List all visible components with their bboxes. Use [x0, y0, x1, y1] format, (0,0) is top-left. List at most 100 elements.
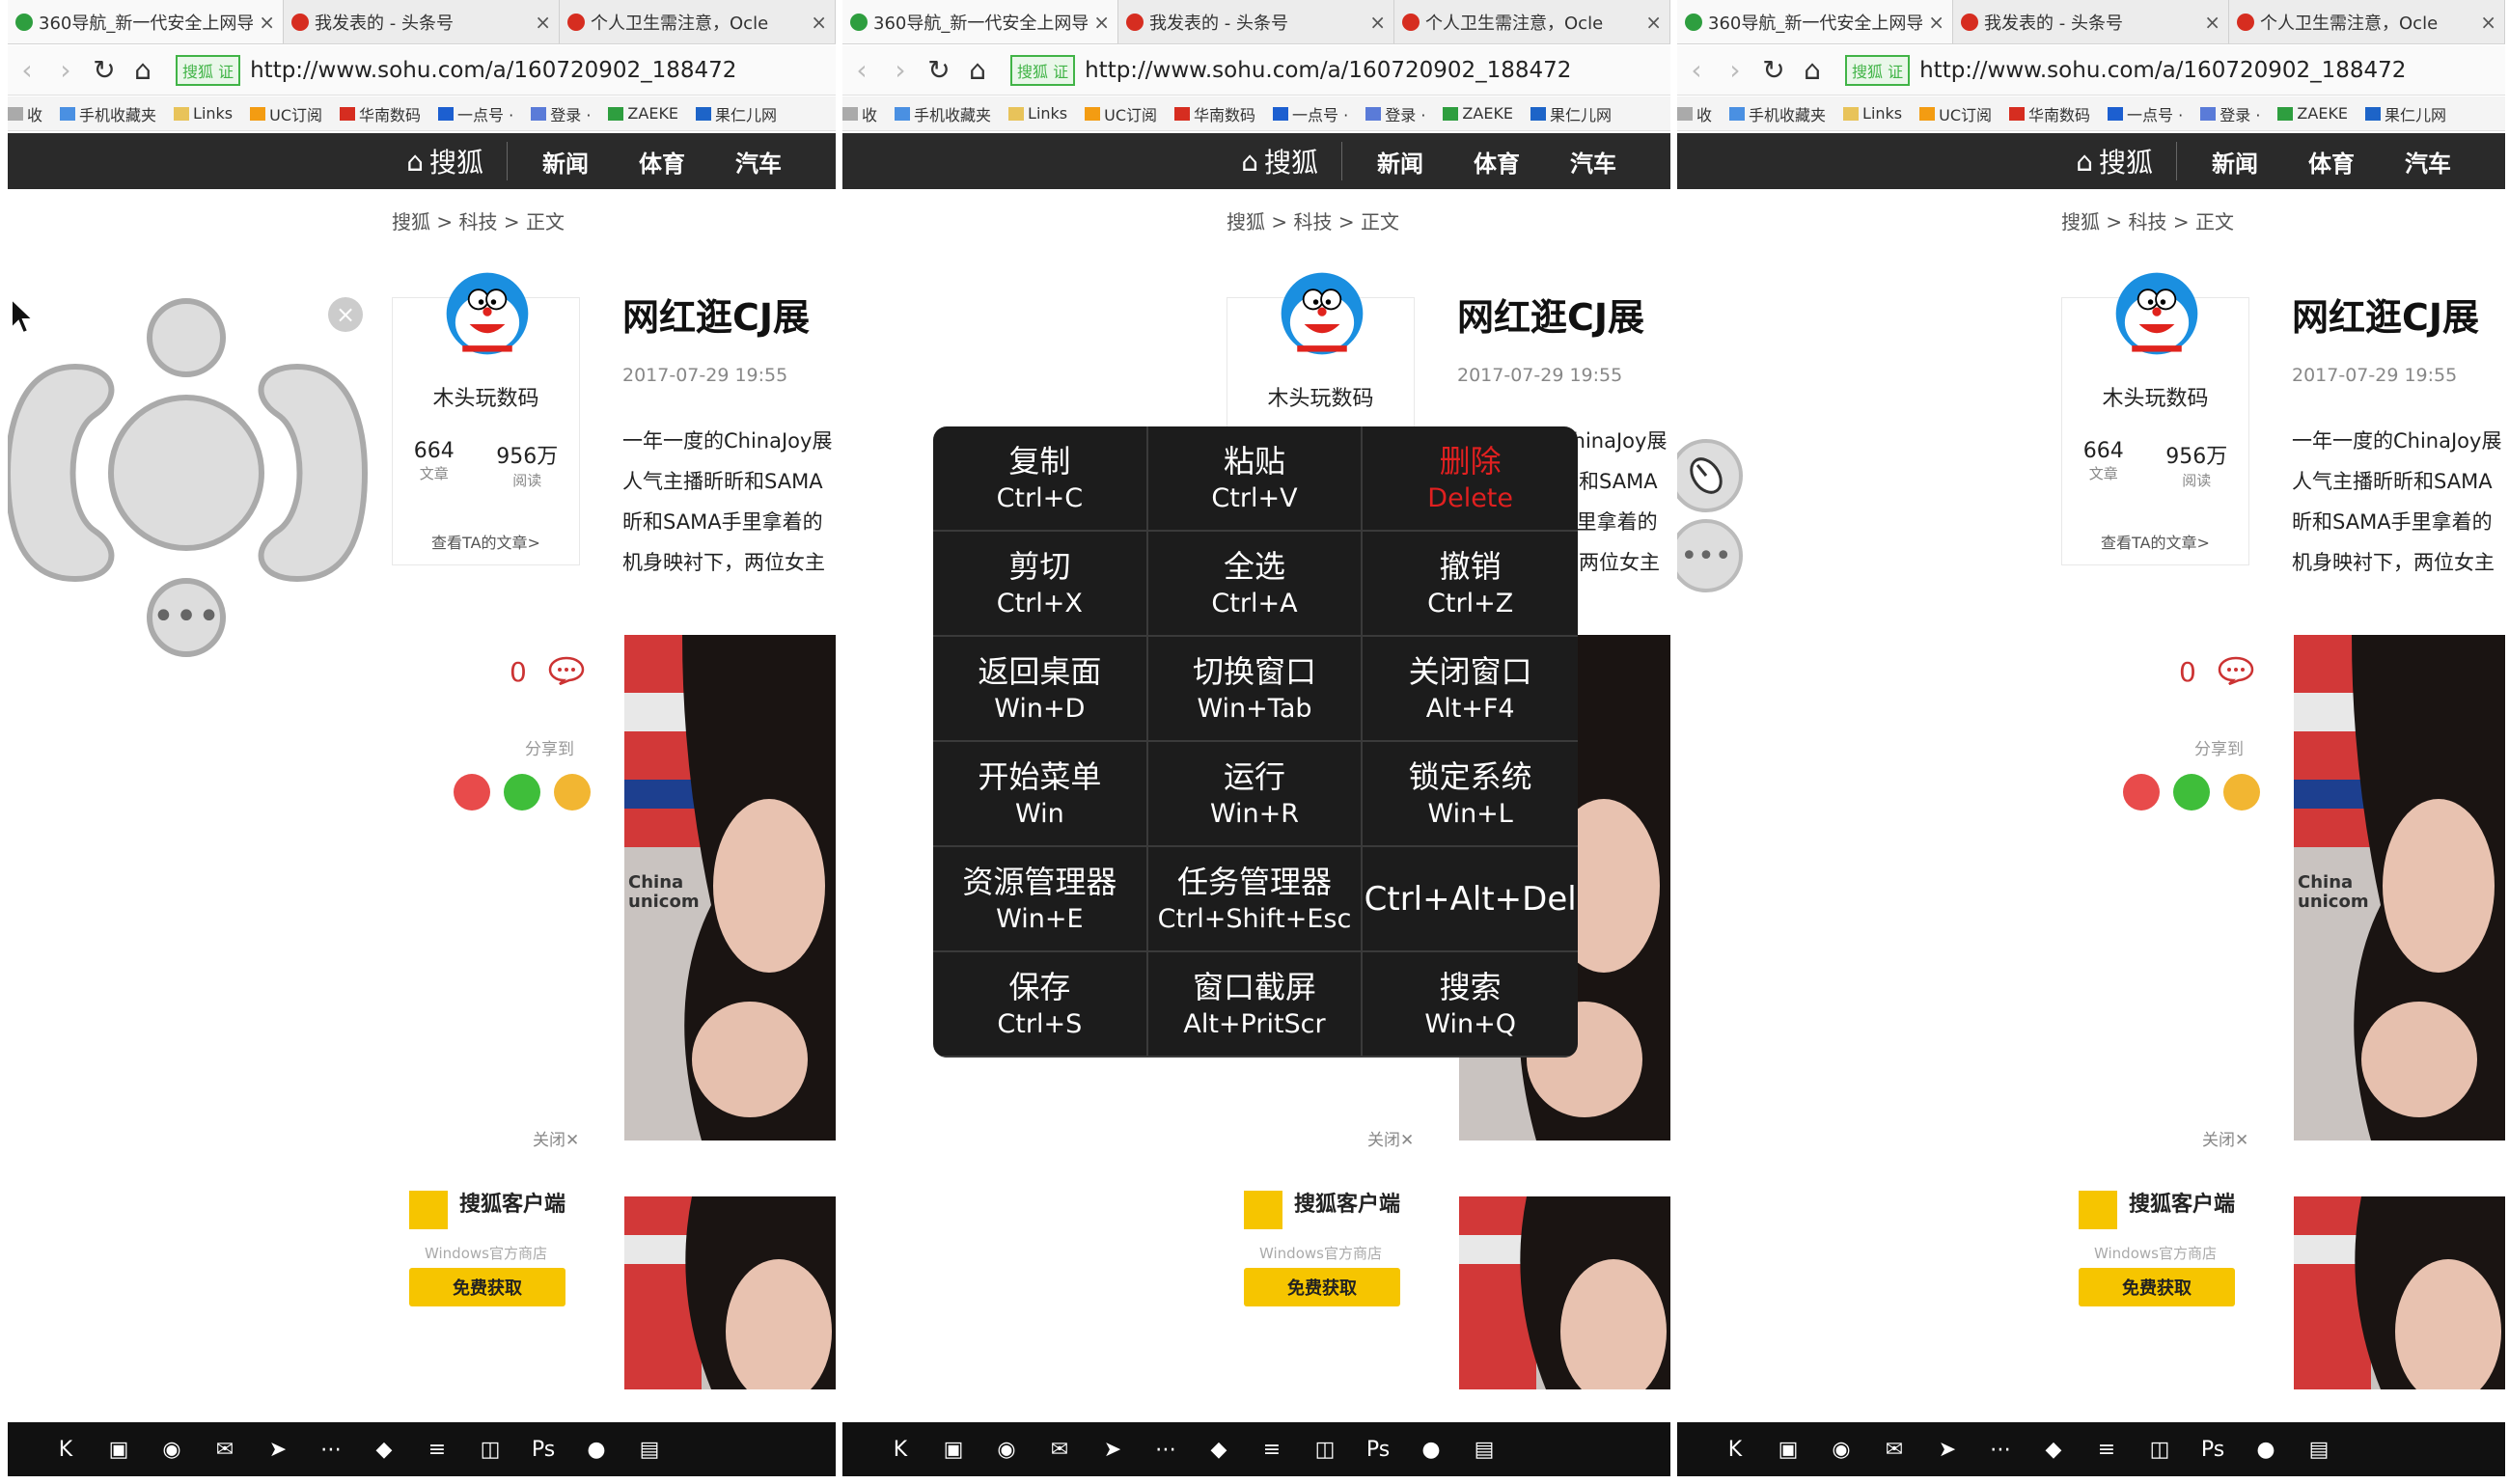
site-nav-item[interactable]: 体育 — [1474, 145, 1520, 179]
weibo-share-icon[interactable] — [454, 774, 490, 811]
mail-icon[interactable]: ✉ — [1040, 1430, 1079, 1469]
security-cert-badge[interactable]: 搜狐 证 — [1845, 54, 1911, 86]
site-nav-item[interactable]: 体育 — [639, 145, 685, 179]
shortcut-key-button[interactable]: 关闭窗口 Alt+F4 — [1363, 637, 1578, 742]
window-icon[interactable]: ◫ — [2140, 1430, 2179, 1469]
site-nav-item[interactable]: 新闻 — [542, 145, 589, 179]
article-photo-2[interactable] — [1459, 1196, 1670, 1389]
tab-close-icon[interactable]: × — [811, 11, 827, 34]
bookmark-item[interactable]: 一点号 · — [438, 102, 513, 125]
bookmark-item[interactable]: 登录 · — [1365, 102, 1425, 125]
app-icon[interactable]: ◆ — [2034, 1430, 2073, 1469]
site-nav-item[interactable]: 新闻 — [2212, 145, 2258, 179]
site-nav-item[interactable]: 汽车 — [2405, 145, 2451, 179]
app-icon[interactable]: ◆ — [365, 1430, 403, 1469]
window-icon[interactable]: ◫ — [1306, 1430, 1344, 1469]
tab-close-icon[interactable]: × — [1928, 11, 1944, 34]
browser-tab[interactable]: 个人卫生需注意，Ocle × — [1394, 0, 1670, 43]
shortcut-key-button[interactable]: 资源管理器 Win+E — [933, 847, 1148, 952]
back-icon[interactable]: ‹ — [842, 54, 881, 86]
shortcut-key-button[interactable]: 返回桌面 Win+D — [933, 637, 1148, 742]
bookmark-item[interactable]: 收 — [842, 102, 877, 125]
free-download-button[interactable]: 免费获取 — [409, 1268, 565, 1306]
bookmark-item[interactable]: Links — [174, 104, 233, 123]
reload-icon[interactable]: ↻ — [920, 54, 958, 86]
bookmark-item[interactable]: 手机收藏夹 — [895, 102, 991, 125]
folder-icon[interactable]: ▤ — [630, 1430, 669, 1469]
forward-icon[interactable]: › — [46, 54, 85, 86]
home-icon[interactable]: ⌂ — [1793, 54, 1832, 86]
keyboard-icon[interactable]: ⋯ — [1981, 1430, 2020, 1469]
browser-tab[interactable]: 我发表的 - 头条号 × — [1118, 0, 1394, 43]
shortcut-key-button[interactable]: 剪切 Ctrl+X — [933, 532, 1148, 637]
security-cert-badge[interactable]: 搜狐 证 — [176, 54, 241, 86]
folder-icon[interactable]: ▤ — [1465, 1430, 1503, 1469]
menu-icon[interactable]: ≡ — [2087, 1430, 2126, 1469]
wechat-share-icon[interactable] — [504, 774, 540, 811]
free-download-button[interactable]: 免费获取 — [2079, 1268, 2235, 1306]
overlay-close-icon[interactable]: × — [328, 297, 363, 332]
bookmark-item[interactable]: 华南数码 — [340, 102, 421, 125]
bookmark-item[interactable]: 华南数码 — [1174, 102, 1255, 125]
promo-close-button[interactable]: 关闭✕ — [2202, 1126, 2248, 1150]
store-icon[interactable]: ▣ — [99, 1430, 138, 1469]
tab-close-icon[interactable]: × — [2204, 11, 2220, 34]
bookmark-item[interactable]: UC订阅 — [250, 102, 322, 125]
free-download-button[interactable]: 免费获取 — [1244, 1268, 1400, 1306]
shortcut-key-button[interactable]: 运行 Win+R — [1147, 742, 1364, 847]
site-logo[interactable]: ⌂ 搜狐 — [2076, 142, 2177, 180]
bookmark-item[interactable]: 一点号 · — [1273, 102, 1348, 125]
tab-close-icon[interactable]: × — [1093, 11, 1110, 34]
author-more-link[interactable]: 查看TA的文章> — [2062, 530, 2248, 553]
browser-360-icon[interactable]: ◉ — [1822, 1430, 1861, 1469]
app-icon[interactable]: ◆ — [1199, 1430, 1238, 1469]
tab-close-icon[interactable]: × — [535, 11, 551, 34]
mail-icon[interactable]: ✉ — [1875, 1430, 1914, 1469]
bookmark-item[interactable]: 华南数码 — [2009, 102, 2090, 125]
browser-360-icon[interactable]: ◉ — [152, 1430, 191, 1469]
shortcut-key-button[interactable]: 全选 Ctrl+A — [1147, 532, 1364, 637]
browser-tab[interactable]: 360导航_新一代安全上网导航 × — [8, 0, 284, 43]
comment-icon[interactable] — [548, 656, 585, 685]
article-photo[interactable]: China unicom — [624, 635, 836, 1140]
shortcut-key-button[interactable]: 任务管理器 Ctrl+Shift+Esc — [1147, 847, 1364, 952]
qzone-share-icon[interactable] — [554, 774, 591, 811]
photoshop-icon[interactable]: Ps — [524, 1430, 563, 1469]
forward-icon[interactable]: › — [1716, 54, 1754, 86]
globe-icon[interactable]: ● — [2247, 1430, 2285, 1469]
url-field[interactable]: http://www.sohu.com/a/160720902_188472 — [1085, 58, 1571, 83]
photoshop-icon[interactable]: Ps — [2193, 1430, 2232, 1469]
author-name[interactable]: 木头玩数码 — [1227, 381, 1414, 412]
promo-close-button[interactable]: 关闭✕ — [533, 1126, 579, 1150]
bookmark-item[interactable]: 果仁儿网 — [696, 102, 777, 125]
author-name[interactable]: 木头玩数码 — [2062, 381, 2248, 412]
shortcut-key-button[interactable]: Ctrl+Alt+Del — [1363, 847, 1578, 952]
doraemon-avatar-icon[interactable] — [1278, 269, 1366, 358]
mail-icon[interactable]: ✉ — [206, 1430, 244, 1469]
menu-icon[interactable]: ≡ — [418, 1430, 456, 1469]
kaspersky-icon[interactable]: K — [46, 1430, 85, 1469]
article-photo[interactable]: China unicom — [2294, 635, 2505, 1140]
site-nav-item[interactable]: 汽车 — [1570, 145, 1616, 179]
bookmark-item[interactable]: 收 — [8, 102, 42, 125]
bookmark-item[interactable]: UC订阅 — [1919, 102, 1992, 125]
shortcut-key-button[interactable]: 锁定系统 Win+L — [1363, 742, 1578, 847]
home-icon[interactable]: ⌂ — [958, 54, 997, 86]
shortcut-key-button[interactable]: 搜索 Win+Q — [1363, 952, 1578, 1058]
comment-icon[interactable] — [2218, 656, 2254, 685]
like-count[interactable]: 0 — [510, 656, 527, 688]
promo-close-button[interactable]: 关闭✕ — [1367, 1126, 1414, 1150]
photoshop-icon[interactable]: Ps — [1359, 1430, 1397, 1469]
reload-icon[interactable]: ↻ — [1754, 54, 1793, 86]
doraemon-avatar-icon[interactable] — [2112, 269, 2201, 358]
cursor-icon[interactable]: ➤ — [1928, 1430, 1967, 1469]
site-nav-item[interactable]: 新闻 — [1377, 145, 1423, 179]
author-more-link[interactable]: 查看TA的文章> — [393, 530, 579, 553]
shortcut-key-button[interactable]: 窗口截屏 Alt+PritScr — [1147, 952, 1364, 1058]
like-count[interactable]: 0 — [2179, 656, 2196, 688]
weibo-share-icon[interactable] — [2123, 774, 2160, 811]
home-icon[interactable]: ⌂ — [124, 54, 162, 86]
shortcut-key-button[interactable]: 删除 Delete — [1363, 426, 1578, 532]
shortcut-key-button[interactable]: 切换窗口 Win+Tab — [1147, 637, 1364, 742]
browser-tab[interactable]: 我发表的 - 头条号 × — [1953, 0, 2229, 43]
